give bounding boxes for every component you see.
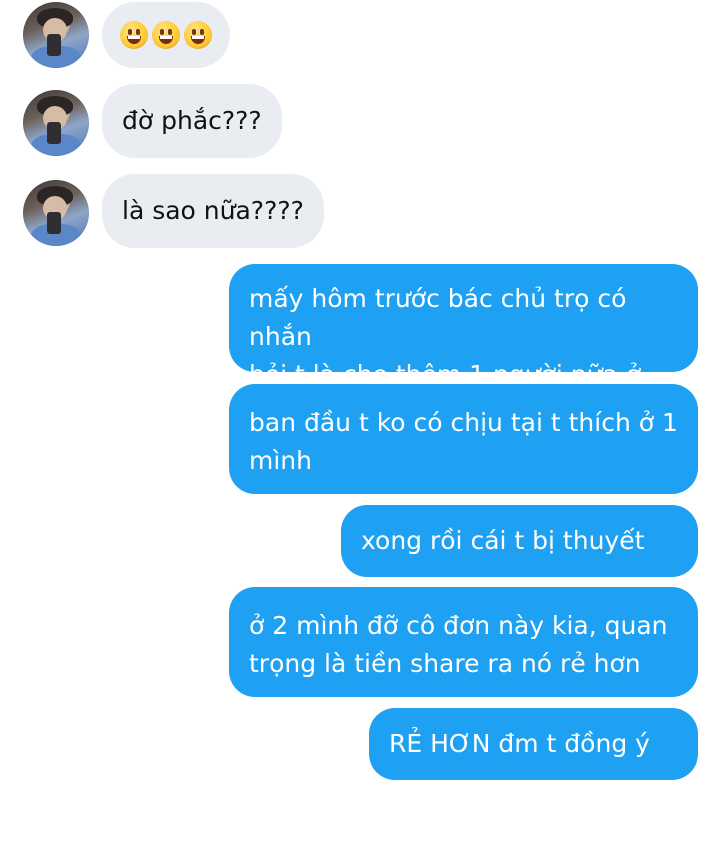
message-line: ban đầu t ko có chịu tại t thích ở 1 bbox=[249, 408, 678, 437]
message-text: là sao nữa???? bbox=[122, 196, 304, 225]
outgoing-message-bubble[interactable]: ở 2 mình đỡ cô đơn này kia, quan trọng l… bbox=[229, 587, 698, 697]
chat-thread: đờ phắc??? là sao nữa???? mấy hôm trước … bbox=[0, 0, 720, 830]
incoming-emoji-bubble[interactable] bbox=[102, 2, 230, 68]
incoming-message-bubble[interactable]: đờ phắc??? bbox=[102, 84, 282, 158]
message-line: mấy hôm trước bác chủ trọ có nhắn bbox=[249, 284, 627, 351]
grinning-face-emoji-icon bbox=[152, 21, 180, 49]
outgoing-message-bubble[interactable]: mấy hôm trước bác chủ trọ có nhắn hỏi t … bbox=[229, 264, 698, 427]
message-line: mình bbox=[249, 446, 312, 475]
outgoing-message-bubble[interactable]: RẺ HƠN đm t đồng ý luôn bbox=[369, 708, 698, 830]
grinning-face-emoji-icon bbox=[120, 21, 148, 49]
message-line: RẺ HƠN đm t đồng ý luôn bbox=[389, 729, 650, 830]
grinning-face-emoji-icon bbox=[184, 21, 212, 49]
message-line: ở 2 mình đỡ cô đơn này kia, quan bbox=[249, 611, 668, 640]
message-text: đờ phắc??? bbox=[122, 106, 262, 135]
user-avatar[interactable] bbox=[23, 2, 89, 68]
incoming-message-bubble[interactable]: là sao nữa???? bbox=[102, 174, 324, 248]
outgoing-message-bubble[interactable]: xong rồi cái t bị thuyết phục bbox=[341, 505, 698, 627]
message-line: trọng là tiền share ra nó rẻ hơn bbox=[249, 649, 641, 678]
user-avatar[interactable] bbox=[23, 90, 89, 156]
outgoing-message-bubble[interactable]: ban đầu t ko có chịu tại t thích ở 1 mìn… bbox=[229, 384, 698, 494]
user-avatar[interactable] bbox=[23, 180, 89, 246]
